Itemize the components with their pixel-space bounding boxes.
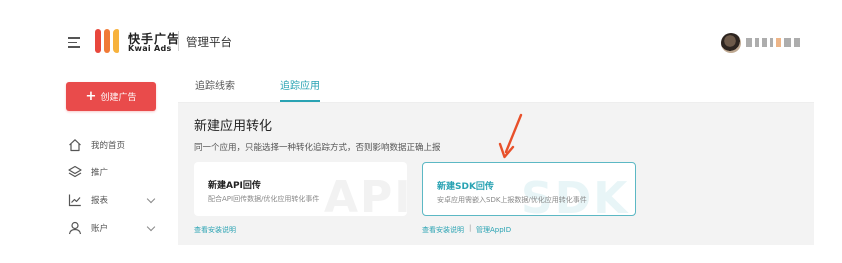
tab-track-apps[interactable]: 追踪应用 xyxy=(280,77,320,92)
sidebar-item-label: 推广 xyxy=(91,168,109,178)
active-tab-indicator xyxy=(280,100,320,102)
link-separator: | xyxy=(469,224,472,232)
api-install-guide-link[interactable]: 查看安装说明 xyxy=(194,225,236,235)
api-watermark: API xyxy=(324,172,407,216)
new-api-callback-card[interactable]: API 新建API回传 配合API回传数据/优化应用转化事件 xyxy=(194,162,407,216)
sidebar-item-home[interactable]: 我的首页 xyxy=(68,137,125,153)
tab-bar xyxy=(178,66,814,103)
user-icon xyxy=(68,221,82,235)
tab-track-leads[interactable]: 追踪线索 xyxy=(195,77,235,92)
chevron-down-icon xyxy=(146,194,156,204)
card-title: 新建SDK回传 xyxy=(437,182,494,192)
brand-name-en: Kwai Ads xyxy=(128,44,172,53)
plus-icon: + xyxy=(85,89,97,104)
layers-icon xyxy=(68,165,82,178)
sidebar-item-reports[interactable]: 报表 xyxy=(68,192,156,208)
annotation-arrow-icon xyxy=(498,113,523,159)
create-ad-button[interactable]: + 创建广告 xyxy=(66,82,156,111)
chevron-down-icon xyxy=(146,222,156,232)
sidebar-item-label: 我的首页 xyxy=(91,141,126,151)
manage-appid-link[interactable]: 管理AppID xyxy=(476,225,511,235)
card-description: 安卓应用需嵌入SDK上报数据/优化应用转化事件 xyxy=(437,196,587,204)
sidebar-item-account[interactable]: 账户 xyxy=(68,220,156,236)
page-title: 新建应用转化 xyxy=(194,119,273,134)
panel-description: 同一个应用，只能选择一种转化追踪方式，否则影响数据正确上报 xyxy=(194,143,441,153)
sidebar-item-promotion[interactable]: 推广 xyxy=(68,164,108,180)
card-description: 配合API回传数据/优化应用转化事件 xyxy=(208,195,320,203)
new-sdk-callback-card[interactable]: SDK 新建SDK回传 安卓应用需嵌入SDK上报数据/优化应用转化事件 xyxy=(422,162,636,216)
menu-icon[interactable] xyxy=(68,37,80,48)
avatar[interactable] xyxy=(721,33,741,53)
chart-icon xyxy=(68,194,81,207)
home-icon xyxy=(69,139,81,152)
sdk-install-guide-link[interactable]: 查看安装说明 xyxy=(422,225,464,235)
sidebar-item-label: 账户 xyxy=(91,224,109,234)
platform-title: 管理平台 xyxy=(186,35,232,49)
user-name-blurred[interactable] xyxy=(746,36,812,48)
kwai-logo-icon xyxy=(95,29,121,53)
create-ad-label: 创建广告 xyxy=(100,93,137,103)
sidebar-item-label: 报表 xyxy=(91,196,109,206)
brand-divider xyxy=(178,31,179,51)
card-title: 新建API回传 xyxy=(208,181,261,191)
